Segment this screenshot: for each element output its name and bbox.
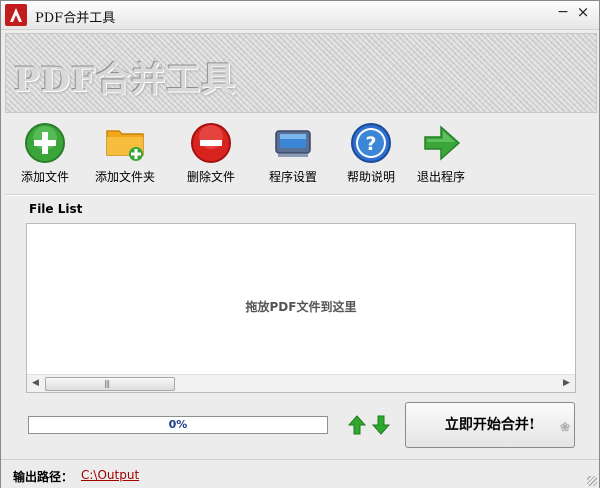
move-up-arrow-icon[interactable] [347,415,367,435]
exit-button[interactable]: 退出程序 [401,121,481,185]
add-folder-label: 添加文件夹 [94,170,155,184]
app-window: PDF合并工具 − × PDF合并工具 添加文件 添加文件夹 删除文件 程序设置… [0,0,600,488]
toolbar-divider [5,194,595,196]
header-banner: PDF合并工具 [5,33,597,113]
add-folder-button[interactable]: 添加文件夹 [85,121,165,185]
app-logo-icon [5,4,27,26]
settings-icon [271,121,315,165]
settings-label: 程序设置 [268,170,317,184]
scroll-left-arrow-icon[interactable]: ◀ [27,375,44,392]
file-list-heading: File List [29,202,83,216]
title-bar: PDF合并工具 − × [1,1,599,30]
add-file-icon [23,121,67,165]
start-merge-button[interactable]: 立即开始合并! ❀ [405,402,575,448]
help-icon: ? [349,121,393,165]
svg-text:?: ? [365,133,376,155]
output-path-link[interactable]: C:\Output [81,468,139,482]
delete-file-label: 删除文件 [186,170,235,184]
scroll-right-arrow-icon[interactable]: ▶ [558,375,575,392]
banner-title: PDF合并工具 [14,60,237,100]
progress-bar: 0% [28,416,328,434]
add-file-label: 添加文件 [20,170,69,184]
exit-label: 退出程序 [416,170,465,184]
delete-file-button[interactable]: 删除文件 [171,121,251,185]
add-file-button[interactable]: 添加文件 [5,121,85,185]
window-title: PDF合并工具 [35,11,116,26]
start-merge-label: 立即开始合并! [444,417,536,433]
scrollbar-thumb[interactable]: ||| [45,377,175,391]
toolbar: 添加文件 添加文件夹 删除文件 程序设置 ? 帮助说明 退出程序 [1,115,599,193]
decorative-swirl-icon: ❀ [559,420,570,434]
add-folder-icon [103,121,147,165]
delete-file-icon [189,121,233,165]
move-down-arrow-icon[interactable] [371,415,391,435]
horizontal-scrollbar[interactable]: ◀ ||| ▶ [27,374,575,392]
drop-hint-text: 拖放PDF文件到这里 [245,300,357,314]
resize-grip-icon[interactable] [587,476,597,486]
close-button[interactable]: × [575,4,591,20]
minimize-button[interactable]: − [555,5,571,21]
scroll-grip-icon: ||| [104,379,110,388]
progress-text: 0% [168,418,188,431]
exit-icon [419,121,463,165]
settings-button[interactable]: 程序设置 [253,121,333,185]
output-path-label: 输出路径： [13,470,74,484]
help-button[interactable]: ? 帮助说明 [331,121,411,185]
status-bar: 输出路径： C:\Output [1,459,599,488]
help-label: 帮助说明 [346,170,395,184]
file-list-dropzone[interactable]: 拖放PDF文件到这里 ◀ ||| ▶ [26,223,576,393]
